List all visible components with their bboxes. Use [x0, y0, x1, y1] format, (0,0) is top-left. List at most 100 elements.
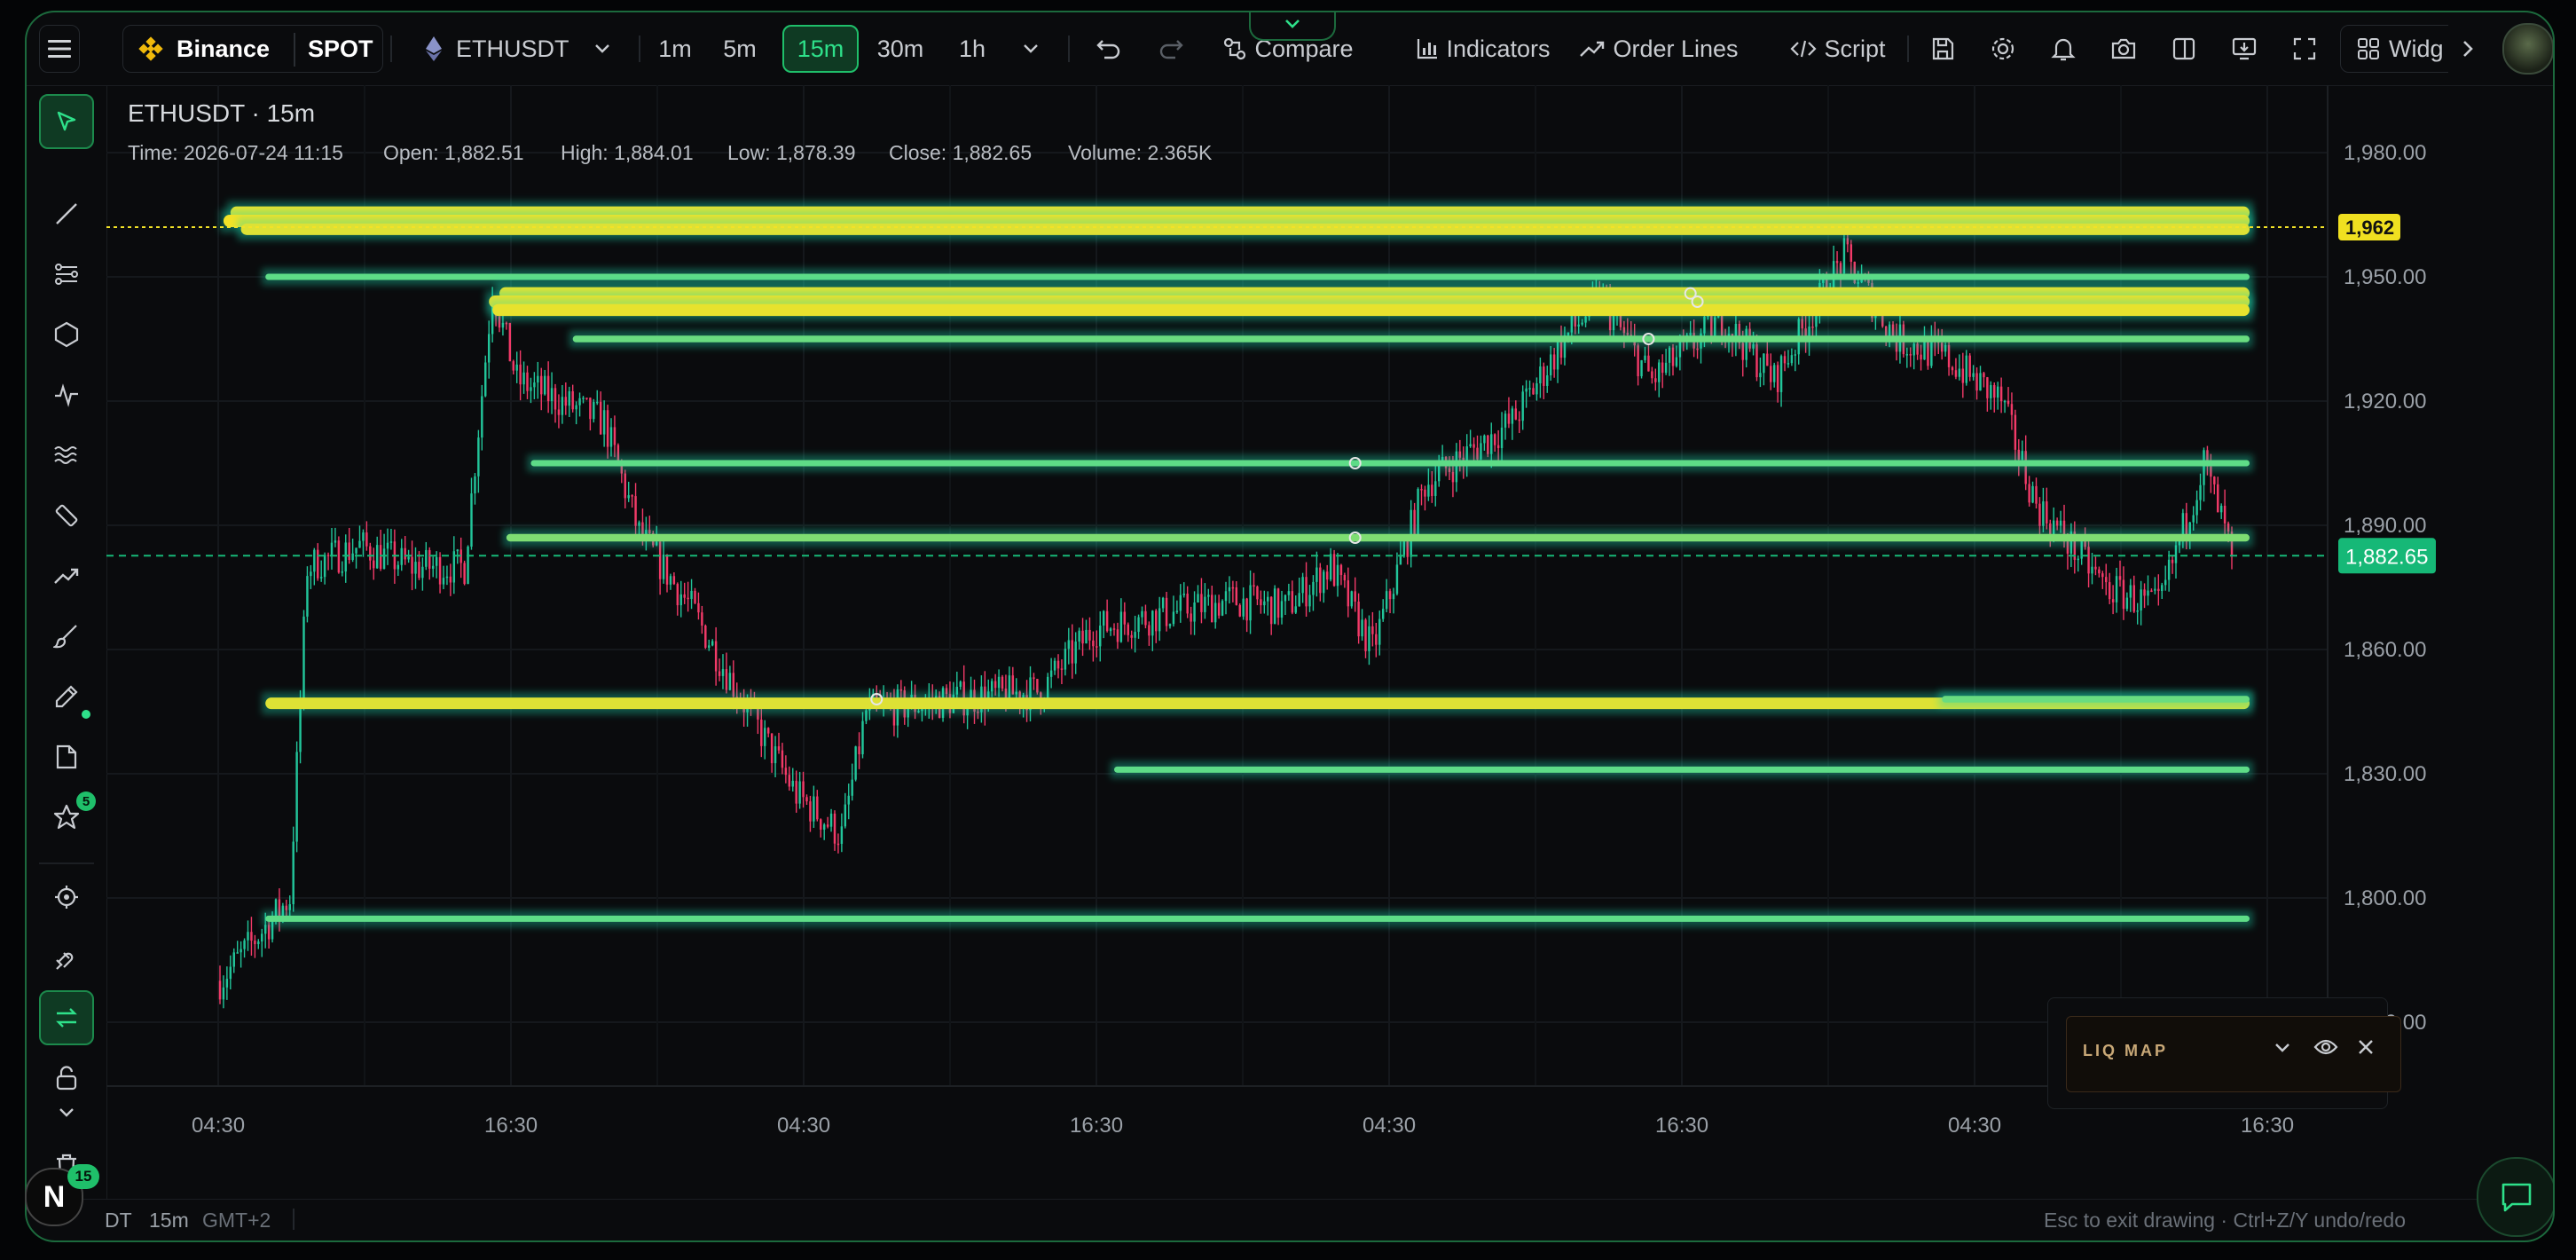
candle[interactable]	[1451, 471, 1455, 483]
exchange-selector[interactable]: Binance SPOT	[122, 25, 383, 73]
candle[interactable]	[250, 932, 253, 941]
candle[interactable]	[317, 549, 319, 579]
candle[interactable]	[564, 397, 568, 406]
candle[interactable]	[1909, 354, 1912, 356]
save-button[interactable]	[1918, 25, 1967, 73]
candle[interactable]	[236, 952, 239, 954]
candle[interactable]	[1371, 626, 1374, 634]
snapshot-button[interactable]	[2099, 25, 2148, 73]
candle[interactable]	[816, 796, 819, 820]
candle[interactable]	[1267, 596, 1269, 602]
candle[interactable]	[375, 545, 379, 569]
brush-tool[interactable]	[39, 609, 94, 664]
candle[interactable]	[571, 390, 574, 410]
candle[interactable]	[1343, 574, 1347, 581]
candle[interactable]	[1155, 610, 1158, 632]
candle[interactable]	[1637, 345, 1639, 376]
candle[interactable]	[770, 733, 774, 764]
candle[interactable]	[1036, 679, 1039, 693]
candle[interactable]	[1245, 598, 1248, 621]
candle[interactable]	[2122, 579, 2125, 610]
candle[interactable]	[798, 781, 801, 804]
candle[interactable]	[1347, 580, 1350, 607]
candle[interactable]	[1552, 354, 1556, 370]
candle[interactable]	[1947, 344, 1951, 367]
candle[interactable]	[1979, 373, 1982, 391]
candle[interactable]	[1535, 383, 1538, 395]
liq-level[interactable]	[530, 460, 2250, 467]
candle[interactable]	[386, 542, 389, 549]
candle[interactable]	[658, 541, 662, 579]
candle[interactable]	[2115, 576, 2118, 602]
candle[interactable]	[2136, 610, 2139, 612]
candle[interactable]	[714, 641, 718, 672]
candle[interactable]	[1357, 602, 1360, 637]
candle[interactable]	[1490, 434, 1493, 454]
candle[interactable]	[2055, 520, 2059, 526]
scroll-right-button[interactable]	[2448, 25, 2487, 73]
candle[interactable]	[1420, 489, 1423, 491]
candle[interactable]	[1755, 344, 1758, 378]
candle[interactable]	[826, 824, 829, 827]
candle[interactable]	[1211, 595, 1213, 623]
candle[interactable]	[400, 547, 403, 565]
candle[interactable]	[1842, 238, 1846, 274]
candle[interactable]	[1661, 362, 1664, 374]
candle[interactable]	[809, 801, 812, 822]
candle[interactable]	[1179, 595, 1182, 611]
candle[interactable]	[1532, 388, 1535, 395]
candle[interactable]	[1388, 591, 1392, 600]
candle[interactable]	[2010, 404, 2014, 415]
candle[interactable]	[442, 578, 445, 585]
candle[interactable]	[2038, 503, 2041, 526]
timeframe-1h[interactable]: 1h	[946, 25, 999, 73]
candle[interactable]	[1332, 554, 1336, 587]
candle[interactable]	[858, 746, 860, 755]
candle[interactable]	[2014, 414, 2017, 450]
candle[interactable]	[1213, 602, 1217, 623]
settings-button[interactable]	[1978, 25, 2028, 73]
candle[interactable]	[389, 541, 393, 543]
candle[interactable]	[484, 362, 487, 397]
candle[interactable]	[1085, 629, 1088, 644]
candle[interactable]	[2157, 588, 2160, 592]
candle[interactable]	[791, 780, 794, 787]
candle[interactable]	[292, 841, 295, 905]
candle[interactable]	[1291, 591, 1294, 613]
candle[interactable]	[777, 746, 781, 751]
candle[interactable]	[407, 556, 410, 560]
candle[interactable]	[1130, 634, 1133, 638]
candle[interactable]	[404, 547, 406, 560]
candle[interactable]	[1092, 640, 1095, 647]
candle[interactable]	[2217, 484, 2219, 513]
candle[interactable]	[672, 576, 676, 585]
chat-button[interactable]	[2477, 1157, 2553, 1237]
candle[interactable]	[2140, 589, 2142, 611]
candle[interactable]	[295, 752, 298, 842]
candle[interactable]	[1116, 629, 1119, 642]
candle[interactable]	[1514, 408, 1518, 420]
candle[interactable]	[1190, 613, 1192, 622]
candle[interactable]	[2164, 579, 2167, 586]
candle[interactable]	[1161, 597, 1165, 609]
candle[interactable]	[2094, 566, 2097, 570]
candle[interactable]	[2077, 558, 2079, 561]
candle[interactable]	[1528, 388, 1531, 390]
liq-map-collapse-button[interactable]	[2274, 1042, 2290, 1058]
candle[interactable]	[781, 750, 784, 768]
candle[interactable]	[669, 576, 672, 585]
candle[interactable]	[515, 364, 518, 371]
candle[interactable]	[257, 941, 260, 945]
candle[interactable]	[481, 396, 483, 438]
candle[interactable]	[606, 410, 609, 447]
candle[interactable]	[1276, 588, 1280, 618]
candle[interactable]	[512, 361, 514, 371]
candle[interactable]	[1168, 624, 1172, 626]
liq-level[interactable]	[506, 533, 2250, 542]
candle[interactable]	[1158, 608, 1161, 632]
candle[interactable]	[1811, 327, 1814, 328]
candle[interactable]	[1658, 362, 1661, 382]
candle[interactable]	[1518, 419, 1520, 421]
candle[interactable]	[1546, 374, 1549, 386]
candle[interactable]	[344, 542, 347, 572]
